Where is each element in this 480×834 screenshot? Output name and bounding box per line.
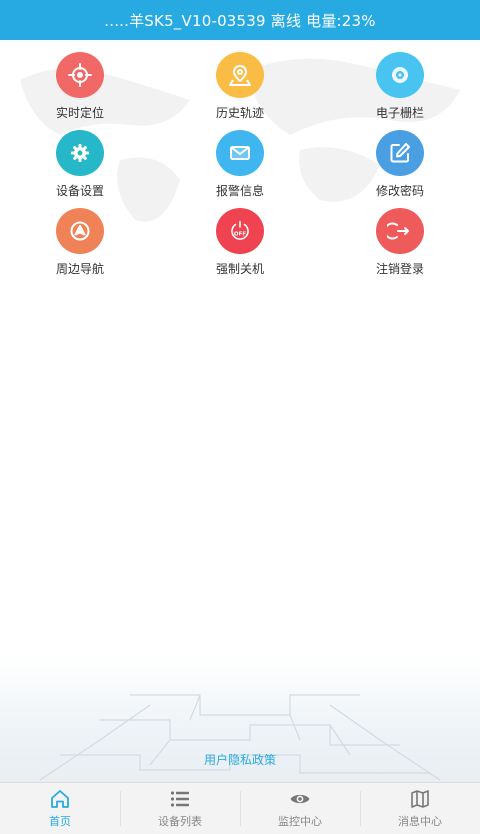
tab-message-center[interactable]: 消息中心 xyxy=(360,783,480,834)
menu-item-label: 修改密码 xyxy=(375,184,424,198)
menu-item-label: 历史轨迹 xyxy=(215,106,264,120)
header-title: .....羊SK5_V10-03539 离线 电量:23% xyxy=(104,11,376,30)
map-pin-icon xyxy=(229,65,251,86)
tab-monitor-center[interactable]: 监控中心 xyxy=(240,783,360,834)
menu-item-label: 电子栅栏 xyxy=(375,106,424,120)
tab-label: 设备列表 xyxy=(158,815,202,828)
privacy-policy-link[interactable]: 用户隐私政策 xyxy=(0,751,480,768)
menu-item-force-shutdown[interactable]: OFF 强制关机 xyxy=(160,202,320,277)
icon-circle xyxy=(216,130,264,176)
edit-icon xyxy=(390,143,410,163)
tab-home[interactable]: 首页 xyxy=(0,783,120,834)
icon-circle xyxy=(56,208,104,254)
menu-item-device-settings[interactable]: 设备设置 xyxy=(0,124,160,199)
menu-item-label: 注销登录 xyxy=(375,262,424,276)
menu-item-realtime-location[interactable]: 实时定位 xyxy=(0,46,160,121)
bottom-tab-bar: 首页 设备列表 监控中心 消息中心 xyxy=(0,782,480,834)
tab-label: 消息中心 xyxy=(398,815,442,828)
menu-item-history-track[interactable]: 历史轨迹 xyxy=(160,46,320,121)
menu-item-label: 实时定位 xyxy=(55,106,104,120)
menu-item-geofence[interactable]: 电子栅栏 xyxy=(320,46,480,121)
menu-item-nearby-navigation[interactable]: 周边导航 xyxy=(0,202,160,277)
map-icon xyxy=(411,790,429,808)
menu-item-alarm-info[interactable]: 报警信息 xyxy=(160,124,320,199)
power-off-icon: OFF xyxy=(231,220,249,240)
status-header: .....羊SK5_V10-03539 离线 电量:23% xyxy=(0,0,480,40)
menu-item-label: 周边导航 xyxy=(55,262,104,276)
menu-item-change-password[interactable]: 修改密码 xyxy=(320,124,480,199)
target-icon xyxy=(392,67,408,83)
icon-circle xyxy=(56,52,104,98)
menu-item-label: 强制关机 xyxy=(215,262,264,276)
menu-item-logout[interactable]: 注销登录 xyxy=(320,202,480,277)
icon-circle: OFF xyxy=(216,208,264,254)
menu-item-label: 设备设置 xyxy=(55,184,104,198)
svg-text:OFF: OFF xyxy=(234,232,246,238)
icon-circle xyxy=(376,52,424,98)
logout-icon xyxy=(387,222,409,240)
navigation-icon xyxy=(70,221,90,241)
icon-circle xyxy=(56,130,104,176)
icon-circle xyxy=(376,130,424,176)
list-icon xyxy=(170,791,189,807)
icon-circle xyxy=(216,52,264,98)
home-icon xyxy=(51,790,69,808)
menu-item-label: 报警信息 xyxy=(215,184,264,198)
gear-icon xyxy=(71,144,89,162)
crosshair-icon xyxy=(68,63,92,87)
icon-circle xyxy=(376,208,424,254)
tab-label: 首页 xyxy=(49,815,71,828)
mail-icon xyxy=(230,146,250,160)
tab-label: 监控中心 xyxy=(278,815,322,828)
eye-icon xyxy=(290,794,310,804)
function-grid: 实时定位 历史轨迹 电子栅栏 设备设置 报警信息 修改密码 周边导航 OFF 强… xyxy=(0,46,480,277)
tab-device-list[interactable]: 设备列表 xyxy=(120,783,240,834)
